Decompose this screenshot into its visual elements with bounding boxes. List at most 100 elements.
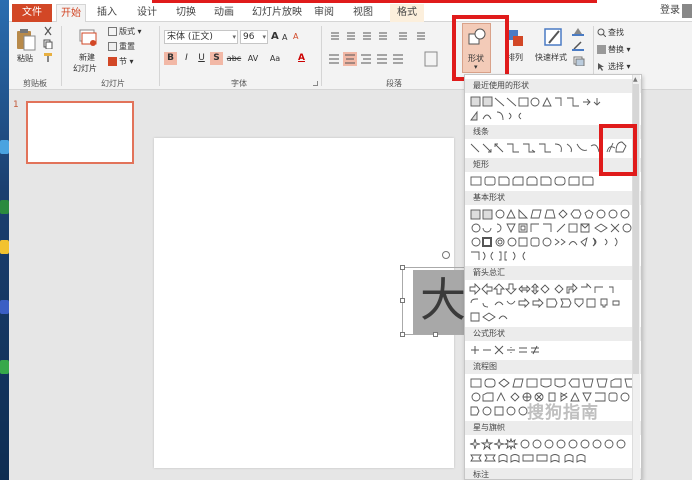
tab-review[interactable]: 审阅 xyxy=(311,4,337,22)
reset-icon xyxy=(108,42,117,51)
slides-group-label: 幻灯片 xyxy=(101,79,125,88)
shape-fill-icon[interactable] xyxy=(572,26,586,36)
freeform-shape-icon[interactable] xyxy=(608,140,630,154)
basic-shapes-row-2 xyxy=(469,222,639,234)
shape-outline-icon[interactable] xyxy=(572,41,586,51)
rotate-handle[interactable] xyxy=(442,251,450,259)
tab-home[interactable]: 开始 xyxy=(56,4,86,22)
tab-format[interactable]: 格式 xyxy=(390,4,424,22)
arrow-shapes-row xyxy=(469,282,639,296)
rectangle-shapes-row xyxy=(469,175,639,187)
replace-label: 替换 xyxy=(608,45,624,54)
arrange-icon[interactable] xyxy=(506,28,526,50)
resize-handle[interactable] xyxy=(433,332,438,337)
find-icon xyxy=(597,28,607,38)
account-icon[interactable] xyxy=(682,4,692,18)
chevron-down-icon[interactable]: ▾ xyxy=(232,31,236,43)
basic-shapes-row xyxy=(469,208,639,220)
arrange-button[interactable]: 排列 xyxy=(507,52,523,64)
replace-icon xyxy=(597,45,606,54)
slide-number: 1 xyxy=(13,100,19,110)
select-icon xyxy=(597,62,606,71)
reset-button[interactable]: 重置 xyxy=(108,41,135,53)
shape-effects-icon[interactable] xyxy=(572,56,586,67)
font-dialog-launcher-icon[interactable] xyxy=(313,81,318,86)
group-divider xyxy=(61,26,62,86)
paragraph-group-label: 段落 xyxy=(386,79,402,88)
desktop-icon xyxy=(0,240,9,254)
section-label: 节 xyxy=(119,57,127,66)
login-link[interactable]: 登录 xyxy=(660,4,680,18)
shadow-button[interactable]: S xyxy=(210,52,223,65)
section-flowchart: 流程图 xyxy=(465,360,641,374)
bold-button[interactable]: B xyxy=(164,52,177,65)
font-size-combo[interactable]: 96 ▾ xyxy=(240,30,268,44)
find-label: 查找 xyxy=(608,28,624,37)
section-stars-banners: 星与旗帜 xyxy=(465,421,641,435)
basic-shapes-row-3 xyxy=(469,236,639,248)
clear-format-button[interactable]: A xyxy=(293,31,298,43)
tab-view[interactable]: 视图 xyxy=(350,4,376,22)
paste-icon[interactable] xyxy=(15,28,37,52)
desktop-icon xyxy=(0,360,9,374)
font-color-button[interactable]: A xyxy=(295,52,308,65)
tab-transitions[interactable]: 切换 xyxy=(173,4,199,22)
paste-button[interactable]: 粘贴 xyxy=(17,53,33,65)
group-divider xyxy=(159,26,160,86)
equation-shapes-row xyxy=(469,344,639,356)
clipboard-group-label: 剪贴板 xyxy=(23,79,47,88)
resize-handle[interactable] xyxy=(400,265,405,270)
arrow-shapes-row-3 xyxy=(469,311,639,323)
layout-label: 版式 xyxy=(119,27,135,36)
group-divider xyxy=(321,26,322,86)
recent-shapes-row xyxy=(469,96,639,108)
underline-button[interactable]: U xyxy=(195,52,208,65)
copy-icon[interactable] xyxy=(43,39,53,50)
section-button[interactable]: 节 ▾ xyxy=(108,56,134,68)
layout-icon xyxy=(108,27,117,36)
basic-shapes-row-4 xyxy=(469,250,639,262)
section-icon xyxy=(108,57,117,66)
section-equation-shapes: 公式形状 xyxy=(465,327,641,341)
recent-shapes-row-2 xyxy=(469,110,639,122)
text-box-selection[interactable] xyxy=(402,267,468,335)
resize-handle[interactable] xyxy=(400,298,405,303)
format-painter-icon[interactable] xyxy=(43,52,53,62)
grow-font-button[interactable]: A xyxy=(271,31,279,43)
shrink-font-button[interactable]: A xyxy=(282,32,287,44)
slide-thumbnail[interactable] xyxy=(26,101,134,164)
section-block-arrows: 箭头总汇 xyxy=(465,266,641,280)
strikethrough-button[interactable]: abc xyxy=(226,52,242,65)
select-button[interactable]: 选择 ▾ xyxy=(597,61,631,73)
desktop-icon xyxy=(0,140,9,154)
section-callouts: 标注 xyxy=(465,468,641,479)
reset-label: 重置 xyxy=(119,42,135,51)
find-button[interactable]: 查找 xyxy=(597,27,624,39)
tab-file[interactable]: 文件 xyxy=(12,4,52,22)
shapes-highlight-box xyxy=(452,15,509,81)
tab-animations[interactable]: 动画 xyxy=(211,4,237,22)
replace-button[interactable]: 替换 ▾ xyxy=(597,44,631,56)
cut-icon[interactable] xyxy=(43,26,53,36)
chevron-down-icon[interactable]: ▾ xyxy=(262,31,266,43)
section-recent: 最近使用的形状 xyxy=(465,79,641,93)
resize-handle[interactable] xyxy=(400,332,405,337)
tab-design[interactable]: 设计 xyxy=(134,4,160,22)
arrow-shapes-row-2 xyxy=(469,297,639,309)
font-size-value: 96 xyxy=(243,32,255,42)
select-label: 选择 xyxy=(608,62,624,71)
new-slide-button-line2[interactable]: 幻灯片 xyxy=(73,63,97,75)
quick-styles-button[interactable]: 快速样式 xyxy=(535,52,567,64)
char-spacing-button[interactable]: AV xyxy=(245,52,261,65)
watermark: 搜狗指南 xyxy=(527,403,599,423)
tab-slideshow[interactable]: 幻灯片放映 xyxy=(249,4,305,22)
new-slide-icon[interactable] xyxy=(79,27,97,49)
font-name-combo[interactable]: 宋体 (正文) ▾ xyxy=(164,30,238,44)
change-case-button[interactable]: Aa xyxy=(267,52,283,65)
scroll-up-icon[interactable]: ▲ xyxy=(633,76,638,83)
layout-button[interactable]: 版式 ▾ xyxy=(108,26,142,38)
italic-button[interactable]: I xyxy=(180,52,193,65)
tab-insert[interactable]: 插入 xyxy=(94,4,120,22)
quick-styles-icon[interactable] xyxy=(543,27,565,49)
section-basic-shapes: 基本形状 xyxy=(465,191,641,205)
